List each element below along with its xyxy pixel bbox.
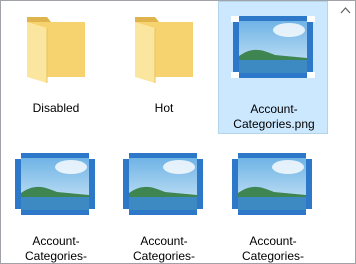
item-name-line2: Categories-	[132, 249, 196, 263]
item-name-line2: Categories-	[24, 249, 88, 263]
image-item-account-categories-3[interactable]: Account- Categories-	[218, 139, 328, 263]
item-name-line1: Account-	[250, 102, 298, 116]
image-thumbnail-icon	[13, 153, 97, 215]
folder-icon	[27, 17, 85, 83]
item-name-line2: Categories.png	[233, 117, 315, 131]
folder-item-hot[interactable]: Hot	[109, 1, 219, 133]
file-list-view: Disabled Hot Account- Categories.png Acc…	[0, 0, 356, 264]
image-item-account-categories-png[interactable]: Account- Categories.png	[218, 1, 328, 134]
image-thumbnail-icon	[230, 153, 314, 215]
vertical-scrollbar[interactable]	[336, 1, 355, 263]
chevron-up-icon[interactable]	[339, 5, 352, 15]
item-name-line1: Account-	[249, 234, 297, 248]
image-item-account-categories-1[interactable]: Account- Categories-	[1, 139, 111, 263]
image-item-account-categories-2[interactable]: Account- Categories-	[109, 139, 219, 263]
item-name-line1: Account-	[32, 234, 80, 248]
item-name-line1: Account-	[140, 234, 188, 248]
image-thumbnail-icon	[231, 16, 315, 78]
item-name-line2: Categories-	[241, 249, 305, 263]
item-name: Disabled	[32, 101, 80, 115]
item-name: Hot	[154, 101, 174, 115]
image-thumbnail-icon	[121, 153, 205, 215]
folder-icon	[135, 17, 193, 83]
folder-item-disabled[interactable]: Disabled	[1, 1, 111, 133]
